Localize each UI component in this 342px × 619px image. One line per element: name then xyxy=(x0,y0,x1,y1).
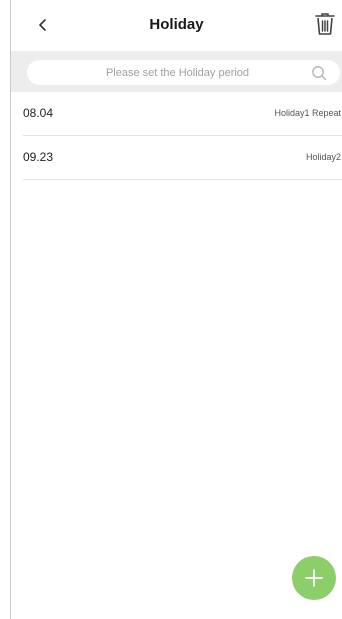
holiday-list: 08.04 Holiday1 Repeat 09.23 Holiday2 xyxy=(11,92,342,180)
search-bar-container: Please set the Holiday period xyxy=(11,51,342,92)
add-holiday-button[interactable] xyxy=(292,556,336,600)
plus-icon xyxy=(305,569,323,587)
holiday-description: Holiday1 Repeat xyxy=(274,108,341,118)
page-title: Holiday xyxy=(149,16,204,33)
holiday-description: Holiday2 xyxy=(305,152,341,162)
trash-icon xyxy=(315,13,335,35)
search-input[interactable]: Please set the Holiday period xyxy=(27,60,340,85)
holiday-date: 09.23 xyxy=(23,150,54,164)
search-icon[interactable] xyxy=(310,64,328,82)
holiday-screen: Holiday Please set the Holiday period 08… xyxy=(0,0,342,619)
search-placeholder: Please set the Holiday period xyxy=(105,66,250,79)
app-header: Holiday xyxy=(11,0,342,51)
delete-button[interactable] xyxy=(314,12,338,38)
holiday-date: 08.04 xyxy=(23,106,54,120)
list-item[interactable]: 08.04 Holiday1 Repeat xyxy=(23,92,342,136)
list-item[interactable]: 09.23 Holiday2 xyxy=(23,136,342,180)
